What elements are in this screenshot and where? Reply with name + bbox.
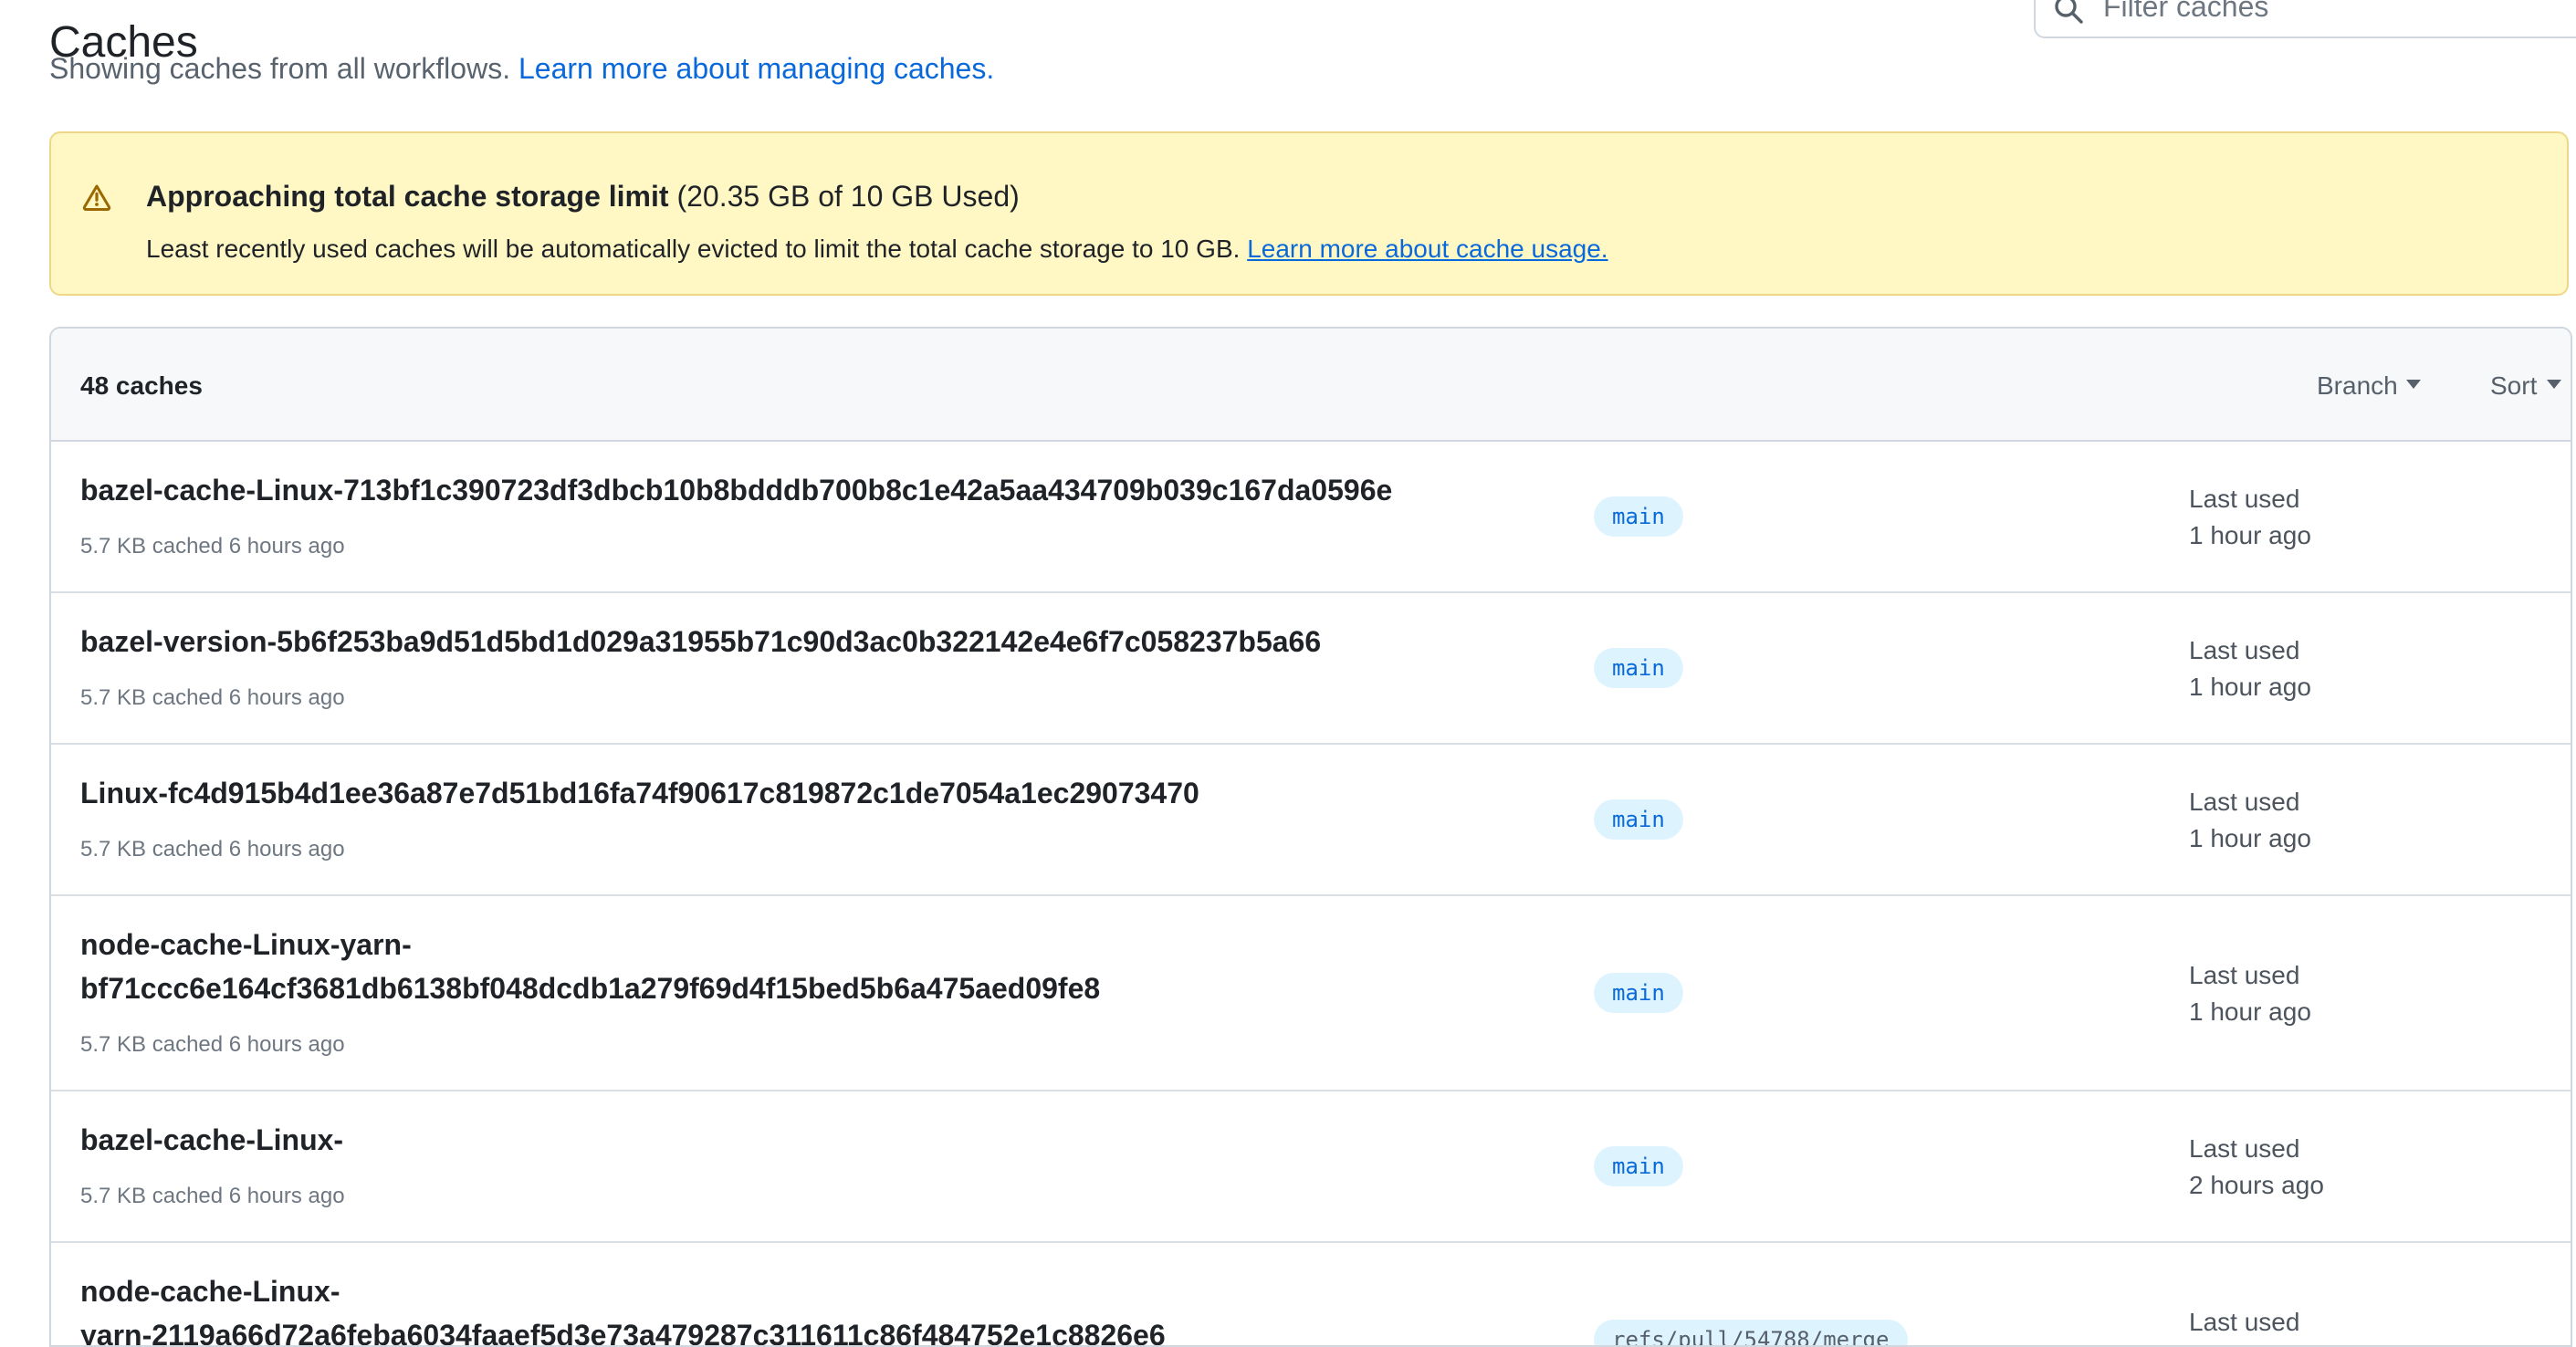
last-used-time: 1 hour ago [2189, 820, 2536, 856]
warning-heading-bold: Approaching total cache storage limit [146, 183, 669, 214]
cache-name: bazel-cache-Linux-713bf1c390723df3dbcb10… [80, 471, 1563, 515]
cache-name-cell: node-cache-Linux- yarn-2119a66d72a6feba6… [80, 1272, 1563, 1347]
last-used-time: 2 hours ago [2189, 1166, 2536, 1203]
cache-meta: 5.7 KB cached 6 hours ago [80, 1028, 1563, 1060]
branch-badge: main [1594, 799, 1683, 840]
cache-meta: 5.7 KB cached 6 hours ago [80, 832, 1563, 865]
cache-branch-cell: main [1594, 774, 2189, 865]
cache-branch-cell: main [1594, 1121, 2189, 1212]
cache-last-used-cell: Last used 1 hour ago [2189, 774, 2536, 865]
cache-row: bazel-cache-Linux-713bf1c390723df3dbcb10… [51, 442, 2571, 591]
cache-last-used-cell: Last used 1 hour ago [2189, 925, 2536, 1060]
last-used-label: Last used [2189, 783, 2536, 820]
cache-meta: 5.7 KB cached 6 hours ago [80, 681, 1563, 714]
cache-usage-link[interactable]: Learn more about cache usage. [1247, 234, 1607, 263]
warning-body-text: Least recently used caches will be autom… [146, 234, 1240, 263]
cache-last-used-cell: Last used 1 hour ago [2189, 622, 2536, 714]
filter-caches-searchbox[interactable] [2034, 0, 2576, 38]
caches-list-box: 48 caches Branch Sort bazel-cache-Linux-… [49, 327, 2572, 1347]
branch-filter-dropdown[interactable]: Branch [2317, 370, 2422, 399]
cache-row: node-cache-Linux-yarn- bf71ccc6e164cf368… [51, 894, 2571, 1090]
last-used-label: Last used [2189, 632, 2536, 668]
cache-name-cell: node-cache-Linux-yarn- bf71ccc6e164cf368… [80, 925, 1563, 1060]
cache-name-cell: bazel-cache-Linux-713bf1c390723df3dbcb10… [80, 471, 1563, 562]
branch-badge: main [1594, 1146, 1683, 1186]
last-used-time: 1 hour ago [2189, 993, 2536, 1029]
cache-meta: 5.7 KB cached 6 hours ago [80, 529, 1563, 562]
cache-branch-cell: main [1594, 471, 2189, 562]
cache-last-used-cell: Last used 1 hour ago [2189, 471, 2536, 562]
chevron-down-icon [2407, 381, 2422, 390]
cache-name: bazel-cache-Linux- [80, 1121, 1563, 1164]
cache-branch-cell: main [1594, 925, 2189, 1060]
cache-name-cell: bazel-cache-Linux- 5.7 KB cached 6 hours… [80, 1121, 1563, 1212]
managing-caches-link[interactable]: Learn more about managing caches. [518, 55, 994, 86]
cache-name-cell: Linux-fc4d915b4d1ee36a87e7d51bd16fa74f90… [80, 774, 1563, 865]
last-used-label: Last used [2189, 956, 2536, 993]
cache-name-cell: bazel-version-5b6f253ba9d51d5bd1d029a319… [80, 622, 1563, 714]
page-subtitle: Showing caches from all workflows. Learn… [49, 49, 994, 93]
warning-heading: Approaching total cache storage limit (2… [146, 177, 1608, 221]
cache-name: bazel-version-5b6f253ba9d51d5bd1d029a319… [80, 622, 1563, 666]
alert-triangle-icon [82, 183, 111, 212]
cache-row: node-cache-Linux- yarn-2119a66d72a6feba6… [51, 1241, 2571, 1347]
filter-caches-input[interactable] [2100, 0, 2576, 27]
warning-text: Approaching total cache storage limit (2… [146, 177, 1608, 294]
cache-branch-cell: main [1594, 622, 2189, 714]
last-used-time: 2 hours ago [2189, 1340, 2536, 1347]
caches-list-header: 48 caches Branch Sort [51, 329, 2571, 442]
cache-row: bazel-version-5b6f253ba9d51d5bd1d029a319… [51, 591, 2571, 743]
last-used-label: Last used [2189, 1130, 2536, 1166]
search-icon [2054, 0, 2083, 24]
warning-heading-detail: (20.35 GB of 10 GB Used) [676, 183, 1019, 214]
last-used-time: 1 hour ago [2189, 668, 2536, 705]
cache-count: 48 caches [80, 370, 203, 399]
caches-page: Caches Showing caches from all workflows… [0, 0, 2576, 1347]
cache-name: node-cache-Linux-yarn- bf71ccc6e164cf368… [80, 925, 1563, 1013]
cache-meta: 5.7 KB cached 6 hours ago [80, 1179, 1563, 1212]
cache-branch-cell: refs/pull/54788/merge [1594, 1272, 2189, 1347]
last-used-label: Last used [2189, 480, 2536, 517]
sort-filter-dropdown[interactable]: Sort [2490, 370, 2560, 399]
warning-body: Least recently used caches will be autom… [146, 230, 1608, 268]
cache-row: Linux-fc4d915b4d1ee36a87e7d51bd16fa74f90… [51, 743, 2571, 894]
branch-badge: main [1594, 496, 1683, 537]
chevron-down-icon [2546, 381, 2560, 390]
storage-limit-warning-banner: Approaching total cache storage limit (2… [49, 131, 2569, 296]
cache-last-used-cell: Last used 2 hours ago [2189, 1121, 2536, 1212]
last-used-time: 1 hour ago [2189, 517, 2536, 553]
subtitle-text: Showing caches from all workflows. [49, 55, 510, 86]
branch-badge: main [1594, 973, 1683, 1013]
cache-name: node-cache-Linux- yarn-2119a66d72a6feba6… [80, 1272, 1563, 1347]
cache-row: bazel-cache-Linux- 5.7 KB cached 6 hours… [51, 1090, 2571, 1241]
last-used-label: Last used [2189, 1303, 2536, 1340]
cache-last-used-cell: Last used 2 hours ago [2189, 1272, 2536, 1347]
branch-badge: refs/pull/54788/merge [1594, 1320, 1907, 1347]
branch-badge: main [1594, 648, 1683, 688]
cache-name: Linux-fc4d915b4d1ee36a87e7d51bd16fa74f90… [80, 774, 1563, 818]
